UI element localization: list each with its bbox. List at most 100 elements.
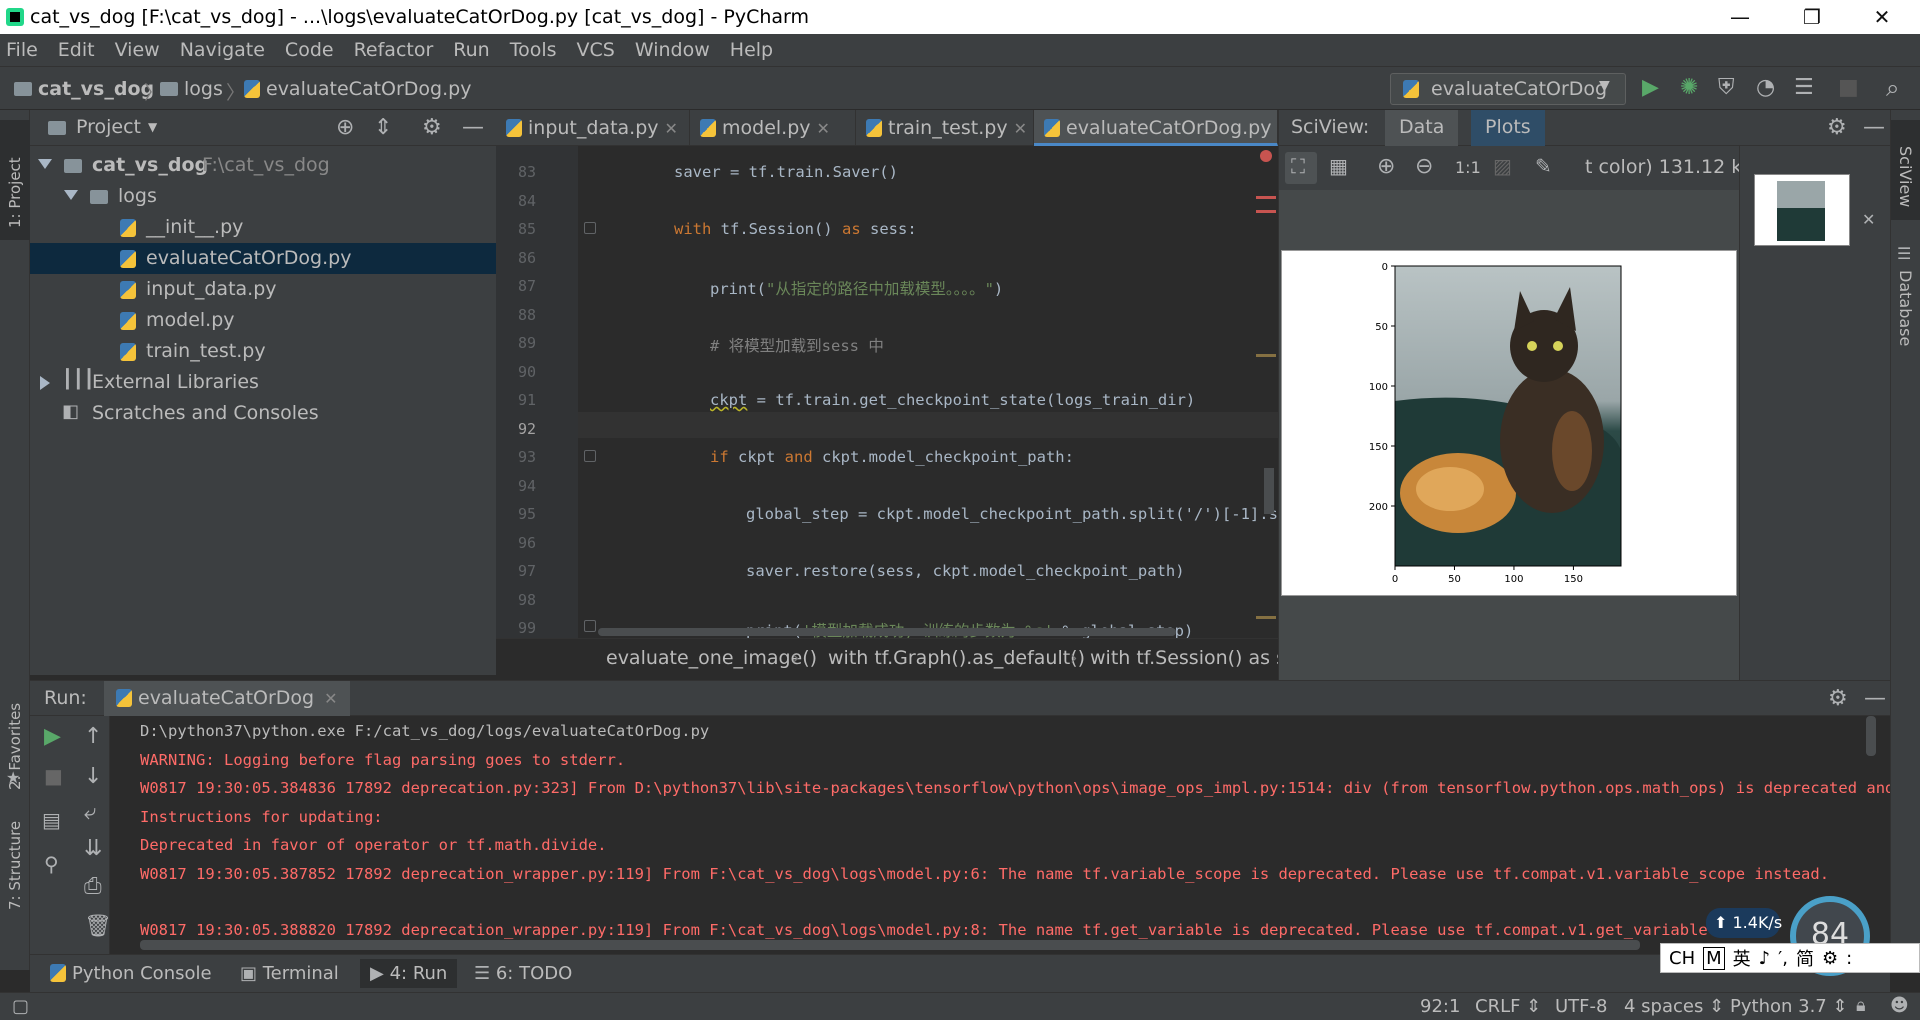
layout-icon[interactable]: ▤ — [42, 810, 61, 830]
locate-icon[interactable]: ⊕ — [336, 117, 354, 139]
tree-item-external-libraries[interactable]: ┃┃┃ External Libraries — [30, 367, 496, 398]
ime-item[interactable]: ′, — [1778, 948, 1788, 969]
close-tab-icon[interactable]: ✕ — [324, 689, 337, 708]
run-configuration-select[interactable]: evaluateCatOrDog ▼ — [1390, 73, 1626, 105]
minimize-button[interactable]: — — [1710, 0, 1770, 34]
tab-evaluate[interactable]: evaluateCatOrDog.py — [1034, 110, 1278, 146]
ime-item[interactable]: M — [1703, 946, 1725, 970]
close-button[interactable]: ✕ — [1852, 0, 1912, 34]
rerun-icon[interactable]: ▶ — [44, 726, 61, 748]
tree-item-train-test[interactable]: train_test.py — [30, 336, 496, 367]
plot-thumbnail[interactable] — [1754, 174, 1850, 246]
breadcrumb-graph[interactable]: with tf.Graph().as_default() — [828, 647, 1085, 669]
color-picker-icon[interactable]: ✎ — [1535, 156, 1552, 176]
sciview-tool-tab[interactable]: SciView — [1891, 120, 1920, 220]
ime-item[interactable]: ⚙ — [1822, 948, 1838, 969]
ime-item[interactable]: CH — [1669, 948, 1695, 969]
zoom-out-icon[interactable]: ⊖ — [1415, 156, 1433, 178]
menu-vcs[interactable]: VCS — [577, 39, 615, 61]
structure-tool-label[interactable]: 7: Structure — [6, 821, 24, 910]
tab-todo[interactable]: ☰ 6: TODO — [474, 963, 572, 984]
inspector-icon[interactable]: ☻ — [1890, 997, 1909, 1015]
zoom-in-icon[interactable]: ⊕ — [1377, 156, 1395, 178]
tab-input-data[interactable]: input_data.py ✕ — [496, 110, 690, 146]
tree-item-input-data[interactable]: input_data.py — [30, 274, 496, 305]
tab-run[interactable]: ▶ 4: Run — [360, 959, 458, 988]
fold-marker-icon[interactable] — [584, 450, 596, 462]
scroll-up-icon[interactable]: ↑ — [84, 726, 102, 748]
tree-item-init[interactable]: __init__.py — [30, 212, 496, 243]
gear-icon[interactable]: ⚙ — [1828, 688, 1848, 710]
fold-marker-icon[interactable] — [584, 620, 596, 632]
ime-item[interactable]: ♪ — [1759, 948, 1771, 969]
fold-marker-icon[interactable] — [584, 222, 596, 234]
hide-icon[interactable]: — — [1864, 688, 1886, 710]
menu-edit[interactable]: Edit — [58, 39, 95, 61]
print-icon[interactable]: ⎙ — [84, 876, 102, 898]
caret-position[interactable]: 92:1 — [1420, 996, 1460, 1017]
menu-view[interactable]: View — [115, 39, 160, 61]
actual-size-button[interactable]: 1:1 — [1455, 158, 1481, 177]
tab-run-config[interactable]: evaluateCatOrDog ✕ — [104, 681, 350, 717]
tree-item-root[interactable]: cat_vs_dog F:\cat_vs_dog — [30, 150, 496, 181]
menu-help[interactable]: Help — [730, 39, 773, 61]
run-console[interactable]: D:\python37\python.exe F:/cat_vs_dog/log… — [110, 716, 1890, 954]
ime-item[interactable]: 简 — [1796, 945, 1814, 971]
coverage-icon[interactable]: ⛨ — [1718, 77, 1735, 99]
close-tab-icon[interactable]: ✕ — [665, 119, 678, 138]
hide-icon[interactable]: — — [462, 117, 484, 139]
background-icon[interactable]: ▨ — [1493, 156, 1512, 176]
warning-stripe-mark[interactable] — [1256, 354, 1276, 357]
breadcrumb-file[interactable]: evaluateCatOrDog.py — [244, 78, 471, 100]
menu-navigate[interactable]: Navigate — [180, 39, 265, 61]
gear-icon[interactable]: ⚙ — [422, 117, 442, 139]
menu-file[interactable]: File — [6, 39, 38, 61]
tree-item-evaluate[interactable]: evaluateCatOrDog.py — [30, 243, 496, 274]
console-vertical-scrollbar[interactable] — [1866, 716, 1876, 756]
run-icon[interactable]: ▶ — [1642, 77, 1659, 99]
tree-item-logs[interactable]: logs — [30, 181, 496, 212]
profile-icon[interactable]: ◔ — [1756, 77, 1775, 99]
lock-icon[interactable]: 🔒︎ — [1856, 997, 1866, 1015]
soft-wrap-icon[interactable]: ⤶ — [84, 802, 96, 824]
error-indicator-icon[interactable] — [1260, 150, 1272, 162]
menu-tools[interactable]: Tools — [510, 39, 557, 61]
chevron-down-icon[interactable]: ▼ — [148, 120, 157, 134]
line-separator[interactable]: CRLF ⇕ — [1475, 996, 1541, 1017]
editor-horizontal-scrollbar[interactable] — [598, 628, 1176, 636]
tab-python-console[interactable]: Python Console — [50, 963, 212, 984]
toggle-tool-windows-icon[interactable]: ▢ — [12, 998, 29, 1016]
database-tool-label[interactable]: Database — [1896, 270, 1915, 346]
close-thumbnail-icon[interactable]: ✕ — [1862, 212, 1875, 228]
debug-icon[interactable]: ✺ — [1680, 77, 1698, 99]
pin-icon[interactable]: ⚲ — [44, 854, 59, 874]
project-tool-tab[interactable]: 1: Project — [0, 120, 30, 240]
restore-button[interactable]: ❐ — [1782, 0, 1842, 34]
trash-icon[interactable]: 🗑 — [84, 916, 112, 938]
tab-terminal[interactable]: ▣ Terminal — [240, 963, 339, 984]
hide-icon[interactable]: — — [1863, 117, 1885, 139]
tab-train-test[interactable]: train_test.py ✕ — [856, 110, 1034, 146]
console-horizontal-scrollbar[interactable] — [140, 940, 1640, 950]
project-view-select[interactable]: Project — [76, 116, 141, 138]
grid-icon[interactable]: ▦ — [1329, 156, 1348, 176]
tree-item-model[interactable]: model.py — [30, 305, 496, 336]
menu-run[interactable]: Run — [453, 39, 489, 61]
menu-code[interactable]: Code — [285, 39, 334, 61]
tab-data[interactable]: Data — [1385, 110, 1459, 146]
stop-icon[interactable]: ■ — [1838, 77, 1859, 99]
breadcrumb-session[interactable]: with tf.Session() as ses — [1090, 647, 1278, 669]
collapse-all-icon[interactable]: ⇕ — [374, 117, 392, 139]
close-tab-icon[interactable]: ✕ — [1014, 119, 1027, 138]
breadcrumb-project[interactable]: cat_vs_dog — [14, 78, 154, 100]
ime-item[interactable]: : — [1846, 948, 1852, 969]
tab-plots[interactable]: Plots — [1471, 110, 1545, 146]
breadcrumb-logs[interactable]: logs — [160, 78, 223, 100]
breadcrumb-function[interactable]: evaluate_one_image() — [606, 647, 817, 669]
error-stripe-mark[interactable] — [1256, 210, 1276, 213]
editor-vertical-scrollbar[interactable] — [1264, 468, 1274, 514]
code-editor[interactable]: 83 84 85 86 87 88 89 90 91 92 93 94 95 9… — [496, 146, 1278, 638]
scroll-to-end-icon[interactable]: ⇊ — [84, 838, 102, 860]
tree-item-scratches[interactable]: ◧ Scratches and Consoles — [30, 398, 496, 429]
search-icon[interactable]: ⌕ — [1886, 76, 1899, 100]
